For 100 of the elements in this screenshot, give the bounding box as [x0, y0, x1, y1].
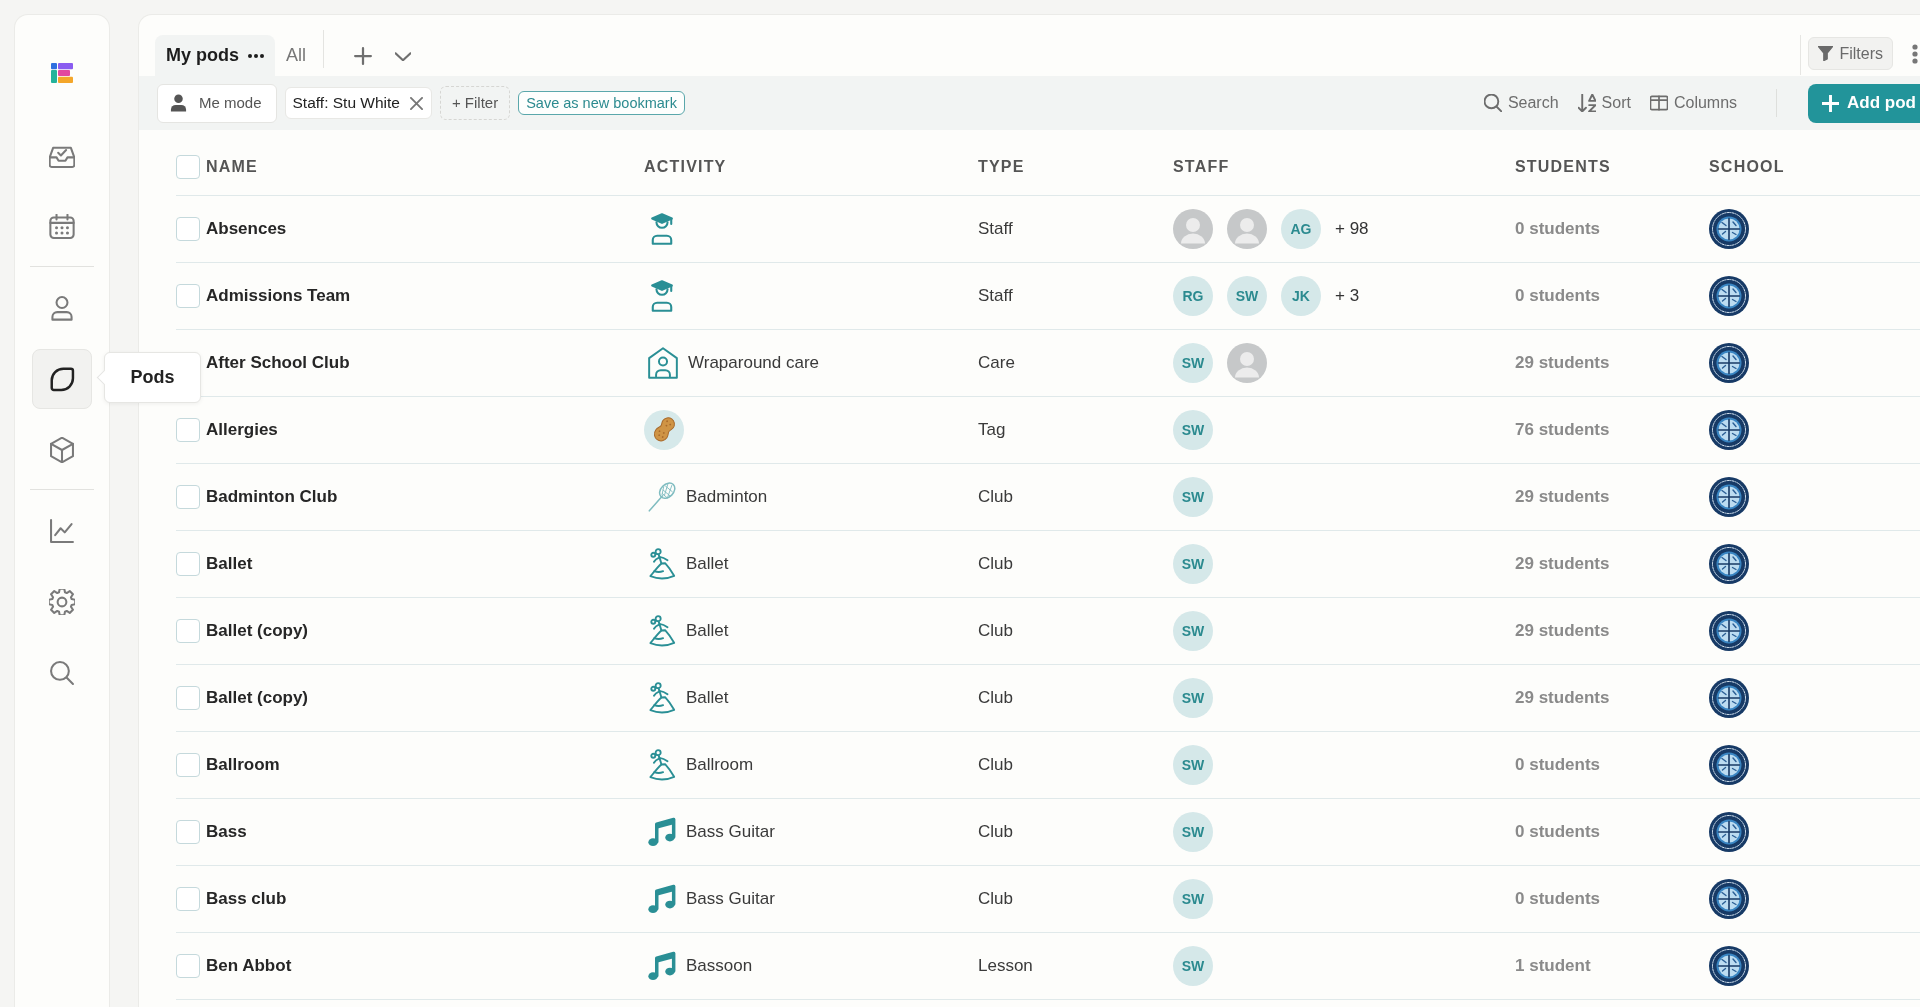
me-mode-button[interactable]: Me mode: [157, 83, 277, 123]
column-header: STUDENTS: [1515, 156, 1611, 177]
pod-type: Tag: [978, 420, 1006, 440]
initials-avatar: SW: [1173, 812, 1213, 852]
pod-type: Staff: [978, 286, 1013, 306]
student-count: 0 students: [1515, 286, 1601, 306]
plus-icon[interactable]: [354, 47, 373, 65]
row-checkbox[interactable]: [176, 284, 200, 308]
dancer-icon: [648, 682, 676, 714]
more-icon[interactable]: [248, 53, 264, 58]
pod-type: Club: [978, 755, 1013, 775]
school-crest-icon: [1709, 745, 1749, 785]
kebab-menu-icon[interactable]: [1912, 43, 1918, 64]
row-checkbox[interactable]: [176, 217, 200, 241]
chevron-down-icon[interactable]: [395, 52, 412, 61]
sidebar-item[interactable]: [32, 349, 92, 409]
student-count: 29 students: [1515, 554, 1610, 574]
sort-button[interactable]: Sort: [1577, 91, 1631, 115]
person-icon: [49, 295, 75, 321]
sort-icon: [1577, 94, 1596, 112]
leaf-shape-icon: [49, 366, 75, 392]
user-avatar-icon: [1227, 209, 1267, 249]
student-count: 29 students: [1515, 353, 1610, 373]
pod-name: Allergies: [206, 419, 278, 442]
school-crest-icon: [1709, 879, 1749, 919]
column-header: SCHOOL: [1709, 156, 1785, 177]
row-checkbox[interactable]: [176, 686, 200, 710]
pod-type: Staff: [978, 219, 1013, 239]
school-crest-icon: [1709, 209, 1749, 249]
columns-button[interactable]: Columns: [1649, 91, 1738, 115]
pod-name: Ballet (copy): [206, 687, 309, 710]
student-count: 0 students: [1515, 755, 1601, 775]
filter-chip[interactable]: Staff: Stu White: [284, 87, 432, 119]
initials-avatar: SW: [1173, 410, 1213, 450]
column-header: NAME: [206, 156, 258, 177]
tab[interactable]: All: [275, 35, 318, 76]
settings-icon: [49, 589, 75, 615]
school-crest-icon: [1709, 544, 1749, 584]
line-chart-icon: [49, 518, 75, 544]
school-crest-icon: [1709, 812, 1749, 852]
row-checkbox[interactable]: [176, 753, 200, 777]
app-logo-icon[interactable]: [51, 63, 73, 83]
school-crest-icon: [1709, 410, 1749, 450]
student-count: 76 students: [1515, 420, 1610, 440]
peanut-icon: [644, 410, 684, 450]
school-crest-icon: [1709, 946, 1749, 986]
pod-name: Ballet: [206, 553, 253, 576]
save-bookmark-button[interactable]: Save as new bookmark: [518, 91, 685, 115]
search-button[interactable]: Search: [1483, 91, 1559, 115]
row-checkbox[interactable]: [176, 418, 200, 442]
pod-type: Lesson: [978, 956, 1033, 976]
funnel-icon: [1818, 46, 1834, 61]
pod-type: Club: [978, 889, 1013, 909]
activity-label: Ballet: [686, 620, 729, 643]
pod-type: Care: [978, 353, 1015, 373]
initials-avatar: SW: [1227, 276, 1267, 316]
select-all-checkbox[interactable]: [176, 154, 200, 179]
initials-avatar: RG: [1173, 276, 1213, 316]
row-checkbox[interactable]: [176, 619, 200, 643]
activity-label: Ballroom: [686, 754, 754, 777]
pod-type: Club: [978, 822, 1013, 842]
close-icon[interactable]: [409, 96, 423, 110]
school-crest-icon: [1709, 343, 1749, 383]
pod-name: Absences: [206, 218, 287, 241]
add-pod-button[interactable]: Add pod: [1808, 83, 1920, 123]
initials-avatar: AG: [1281, 209, 1321, 249]
pod-name: After School Club: [206, 352, 350, 375]
pod-name: Badminton Club: [206, 486, 338, 509]
filters-button[interactable]: Filters: [1808, 37, 1893, 70]
row-checkbox[interactable]: [176, 820, 200, 844]
graduate-icon: [648, 213, 676, 245]
activity-label: Bassoon: [686, 955, 753, 978]
user-avatar-icon: [1173, 209, 1213, 249]
row-checkbox[interactable]: [176, 887, 200, 911]
add-filter-button[interactable]: + Filter: [439, 86, 511, 120]
tab[interactable]: My pods: [155, 35, 275, 76]
music-notes-icon: [648, 884, 676, 914]
activity-label: Bass Guitar: [686, 888, 775, 911]
initials-avatar: SW: [1173, 477, 1213, 517]
initials-avatar: SW: [1173, 544, 1213, 584]
initials-avatar: SW: [1173, 946, 1213, 986]
row-checkbox[interactable]: [176, 552, 200, 576]
pod-type: Club: [978, 621, 1013, 641]
pod-name: Bass: [206, 821, 247, 844]
racket-icon: [648, 482, 676, 512]
row-checkbox[interactable]: [176, 954, 200, 978]
student-count: 29 students: [1515, 688, 1610, 708]
initials-avatar: SW: [1173, 343, 1213, 383]
row-checkbox[interactable]: [176, 485, 200, 509]
initials-avatar: SW: [1173, 745, 1213, 785]
activity-label: Badminton: [686, 486, 768, 509]
student-count: 1 student: [1515, 956, 1591, 976]
activity-label: Ballet: [686, 687, 729, 710]
graduate-icon: [648, 280, 676, 312]
pod-name: Ballet (copy): [206, 620, 309, 643]
student-count: 0 students: [1515, 889, 1601, 909]
column-header: ACTIVITY: [644, 156, 727, 177]
cube-icon: [49, 437, 75, 463]
student-count: 29 students: [1515, 621, 1610, 641]
pod-type: Club: [978, 688, 1013, 708]
